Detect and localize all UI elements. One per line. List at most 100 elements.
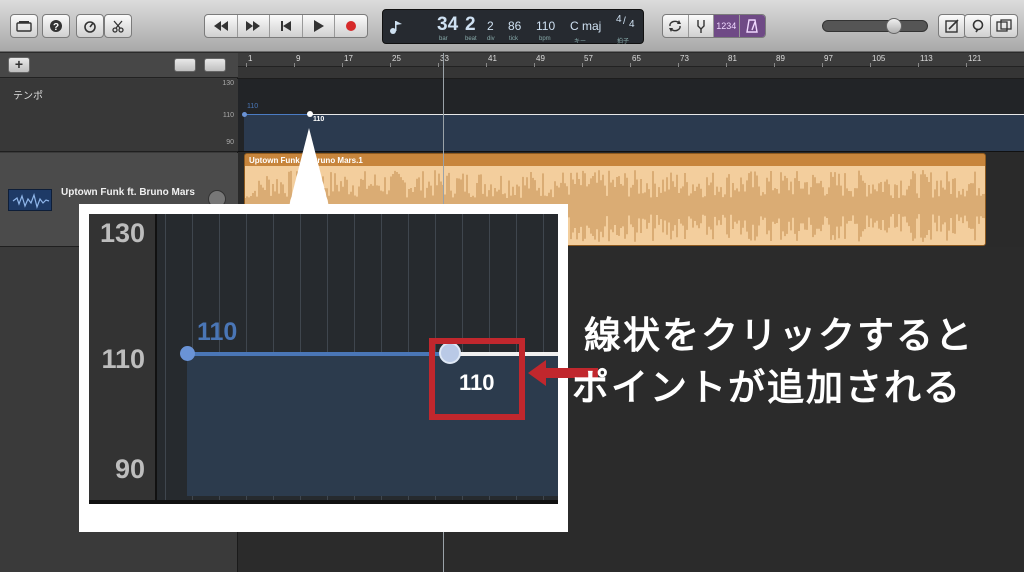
fast-forward-button[interactable] <box>238 15 271 37</box>
region-title: Uptown Funk ft. Bruno Mars.1 <box>249 156 363 165</box>
transport-controls <box>204 14 368 38</box>
tempo-line-selected[interactable] <box>310 114 1024 115</box>
tempo-tick-90: 90 <box>226 139 234 146</box>
lcd-beat: 2 <box>465 14 476 35</box>
zoom-point-start <box>180 346 195 361</box>
lcd-bar: 34 <box>437 14 459 35</box>
tempo-track-label: テンポ <box>13 91 43 102</box>
zoom-start-value: 110 <box>197 318 238 346</box>
tempo-start-value: 110 <box>247 103 259 110</box>
annotation-text: 線状をクリックすると ポイントが追加される <box>572 310 1012 414</box>
lcd-key: C maj <box>570 19 602 33</box>
cycle-button[interactable] <box>663 15 689 37</box>
tempo-tick-130: 130 <box>222 80 234 87</box>
ruler-bar-label: 1 <box>248 54 253 63</box>
zoom-tick-90: 90 <box>114 454 145 484</box>
scissors-icon <box>112 20 124 33</box>
zoom-tick-130: 130 <box>99 218 145 248</box>
library-icon <box>16 21 32 32</box>
lcd-cap-sig: 拍子 <box>617 39 630 45</box>
ruler-bar-label: 33 <box>440 54 449 63</box>
mode-buttons: 1234 <box>662 14 766 38</box>
tuner-button[interactable] <box>689 15 714 37</box>
loop-icon <box>972 19 984 33</box>
track-name: Uptown Funk ft. Bruno Mars <box>61 187 195 198</box>
play-icon <box>313 20 324 32</box>
rewind-button[interactable] <box>205 15 238 37</box>
filter-button[interactable] <box>204 58 226 72</box>
zoom-tempo-line <box>187 352 451 356</box>
ruler-bar-label: 113 <box>920 54 933 63</box>
help-icon: ? <box>50 20 62 33</box>
lcd-cap-bar: bar <box>439 36 448 42</box>
tempo-track-header[interactable]: テンポ 130 110 90 <box>0 79 238 152</box>
ruler-bar-label: 25 <box>392 54 401 63</box>
zoomed-tempo-scale: 130 110 90 <box>89 214 157 504</box>
tempo-point-start[interactable] <box>242 112 247 117</box>
cycle-area[interactable] <box>238 67 1024 79</box>
help-button[interactable]: ? <box>42 14 70 38</box>
tempo-point-value: 110 <box>313 116 325 123</box>
lcd-cap-key: キー <box>574 39 587 45</box>
loop-browser-button[interactable] <box>964 14 992 38</box>
editors-button[interactable] <box>104 14 132 38</box>
cycle-icon <box>669 20 682 32</box>
play-button[interactable] <box>303 15 336 37</box>
fast-forward-icon <box>246 21 261 31</box>
count-in-button[interactable]: 1234 <box>714 15 740 37</box>
lcd-cap-tick: tick <box>509 36 518 42</box>
ruler-bar-label: 17 <box>344 54 353 63</box>
ruler-bar-label: 41 <box>488 54 497 63</box>
zoom-tick-110: 110 <box>101 344 145 374</box>
highlight-box <box>429 338 525 420</box>
metronome-icon <box>746 19 759 33</box>
lcd-bpm: 110 <box>536 19 556 33</box>
ruler-bar-label: 9 <box>296 54 301 63</box>
ruler-bar-label: 49 <box>536 54 545 63</box>
ruler-bar-label: 73 <box>680 54 689 63</box>
metronome-button[interactable] <box>739 15 765 37</box>
go-to-beginning-icon <box>280 21 291 31</box>
zoomed-tempo-view: 130 110 90 110 110 <box>89 214 558 504</box>
ruler-bar-label: 89 <box>776 54 785 63</box>
library-button[interactable] <box>10 14 38 38</box>
lcd-display[interactable]: 34 2 2 86 110 C maj 4 / 4 bar beat div t… <box>382 9 644 45</box>
record-button[interactable] <box>335 15 367 37</box>
lcd-cap-div: div <box>487 36 495 42</box>
knob-icon <box>84 21 96 33</box>
ruler-bar-label: 97 <box>824 54 833 63</box>
go-to-beginning-button[interactable] <box>270 15 303 37</box>
ruler-bar-label: 121 <box>968 54 982 63</box>
master-volume-slider[interactable] <box>822 18 928 34</box>
catch-playhead-button[interactable] <box>174 58 196 72</box>
rewind-icon <box>213 21 228 31</box>
ruler-bar-label: 81 <box>728 54 737 63</box>
add-track-button[interactable]: + <box>8 57 30 73</box>
notepad-button[interactable] <box>938 14 966 38</box>
zoom-callout: 130 110 90 110 110 <box>79 204 568 532</box>
volume-knob[interactable] <box>886 18 902 34</box>
metronome-note-icon <box>390 21 402 34</box>
smart-controls-button[interactable] <box>76 14 104 38</box>
toolbar: ? 34 2 2 86 110 C maj 4 / 4 bar beat div… <box>0 0 1024 52</box>
svg-text:?: ? <box>53 22 59 33</box>
track-waveform-icon <box>8 189 52 211</box>
tempo-tick-110: 110 <box>222 112 234 119</box>
tempo-line-segment[interactable] <box>244 114 310 115</box>
tempo-track-lane[interactable]: 110 110 <box>238 79 1024 152</box>
lcd-sig-top: 4 <box>616 14 622 25</box>
record-icon <box>346 21 357 31</box>
track-header-toolbar: + <box>0 53 238 78</box>
ruler-bar-label: 105 <box>872 54 886 63</box>
annotation-line-1: 線状をクリックすると <box>584 314 974 357</box>
lcd-cap-beat: beat <box>465 36 477 42</box>
ruler-bar-label: 65 <box>632 54 641 63</box>
annotation-line-2: ポイントが追加される <box>572 366 962 409</box>
notepad-icon <box>945 19 959 33</box>
zoom-grid-line <box>165 214 166 504</box>
media-browser-button[interactable] <box>990 14 1018 38</box>
tuning-fork-icon <box>697 20 705 33</box>
tempo-area-fill <box>244 115 1024 151</box>
bar-ruler[interactable]: 1 9 17 25 33 41 49 57 65 73 81 89 97 105 113 121 <box>238 53 1024 67</box>
lcd-cap-bpm: bpm <box>539 36 551 42</box>
